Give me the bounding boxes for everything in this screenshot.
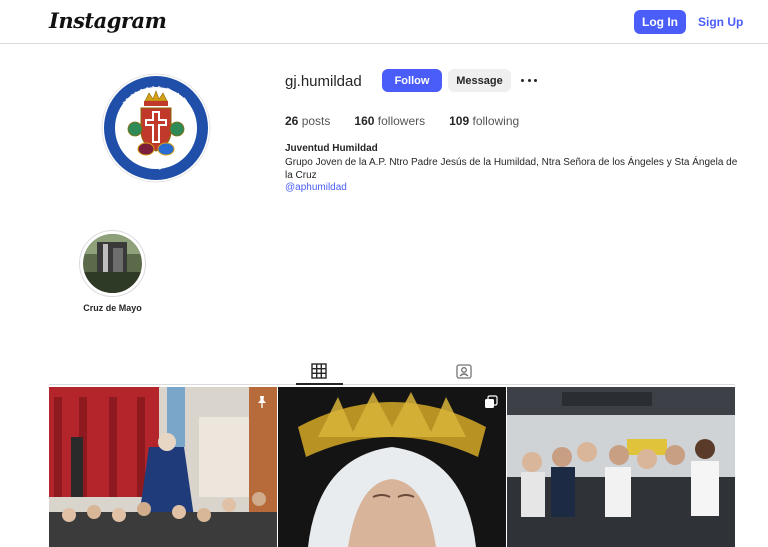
- highlight-cover-image: [83, 234, 142, 293]
- profile-avatar[interactable]: HUMILDAD GRUPO JOVEN: [101, 73, 211, 183]
- following-count-value: 109: [449, 114, 470, 128]
- followers-count-value: 160: [354, 114, 375, 128]
- signup-link[interactable]: Sign Up: [698, 15, 743, 29]
- posts-count-label: posts: [301, 114, 331, 128]
- carousel-icon: [484, 395, 498, 409]
- profile-bio-link[interactable]: @aphumildad: [285, 182, 347, 193]
- tab-posts[interactable]: [304, 360, 334, 382]
- grid-icon: [311, 363, 327, 379]
- followers-count[interactable]: 160 followers: [354, 114, 425, 128]
- profile-full-name: Juventud Humildad: [285, 143, 378, 154]
- story-highlight-cruz-de-mayo[interactable]: [79, 230, 146, 297]
- login-button[interactable]: Log In: [634, 10, 686, 34]
- follow-button[interactable]: Follow: [382, 69, 442, 92]
- profile-username: gj.humildad: [285, 73, 362, 90]
- tabs-divider: [49, 384, 735, 385]
- post-thumbnail[interactable]: [278, 387, 506, 547]
- message-button[interactable]: Message: [448, 69, 511, 92]
- profile-stats: 26 posts 160 followers 109 following: [285, 114, 543, 128]
- tagged-icon: [456, 364, 472, 379]
- active-tab-indicator: [296, 383, 343, 385]
- tab-tagged[interactable]: [449, 360, 479, 382]
- pin-icon: [255, 395, 269, 409]
- following-count[interactable]: 109 following: [449, 114, 519, 128]
- posts-count: 26 posts: [285, 114, 330, 128]
- followers-count-label: followers: [377, 114, 426, 128]
- profile-bio: Grupo Joven de la A.P. Ntro Padre Jesús …: [285, 157, 738, 181]
- following-count-label: following: [472, 114, 520, 128]
- top-bar: Instagram Log In Sign Up: [0, 0, 768, 44]
- highlight-label: Cruz de Mayo: [83, 303, 142, 313]
- post-thumbnail[interactable]: [507, 387, 735, 547]
- posts-count-value: 26: [285, 114, 299, 128]
- more-options-icon[interactable]: [519, 72, 539, 88]
- instagram-logo[interactable]: Instagram: [49, 8, 167, 33]
- post-thumbnail[interactable]: [49, 387, 277, 547]
